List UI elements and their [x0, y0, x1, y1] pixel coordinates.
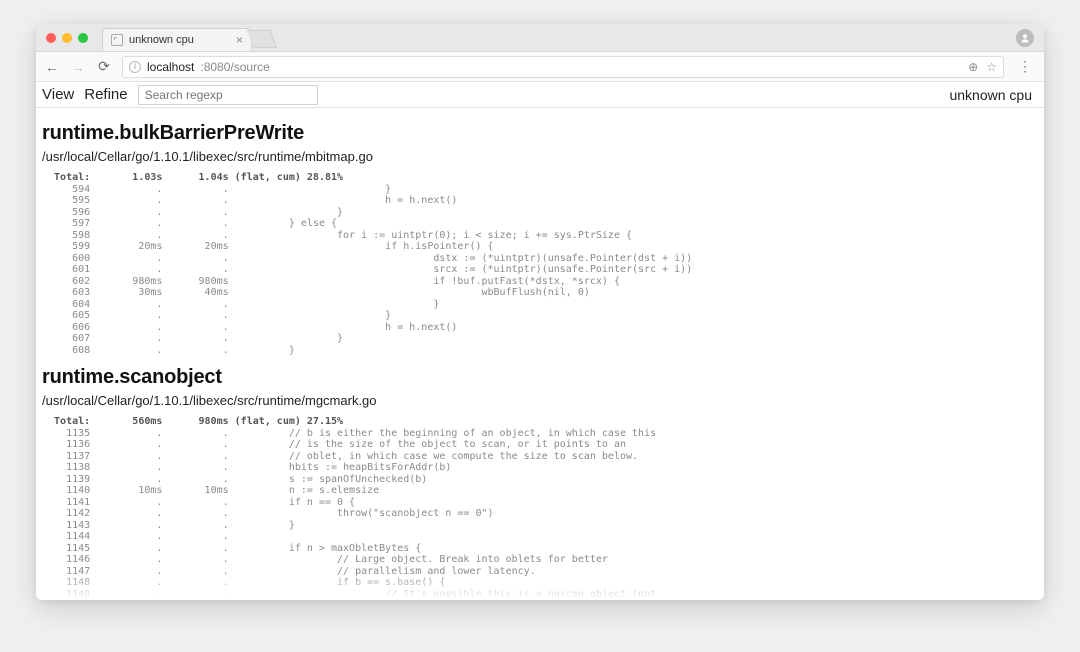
- bookmark-icon[interactable]: ☆: [986, 60, 997, 74]
- page-favicon-icon: [111, 34, 123, 46]
- url-path: :8080/source: [200, 60, 269, 74]
- translate-icon[interactable]: ⊕: [968, 60, 978, 74]
- search-input[interactable]: [138, 85, 318, 105]
- source-path: /usr/local/Cellar/go/1.10.1/libexec/src/…: [42, 393, 1038, 408]
- profile-avatar-icon[interactable]: [1016, 29, 1034, 47]
- profile-name: unknown cpu: [949, 87, 1038, 103]
- maximize-window-icon[interactable]: [78, 33, 88, 43]
- view-menu[interactable]: View: [42, 86, 74, 103]
- tab-strip: unknown cpu ×: [36, 24, 1044, 52]
- source-content: runtime.bulkBarrierPreWrite/usr/local/Ce…: [36, 108, 1044, 600]
- refine-menu[interactable]: Refine: [84, 86, 127, 103]
- url-host: localhost: [147, 60, 194, 74]
- minimize-window-icon[interactable]: [62, 33, 72, 43]
- source-listing: Total: 1.03s 1.04s (flat, cum) 28.81% 59…: [42, 172, 1038, 356]
- new-tab-button[interactable]: [247, 30, 278, 48]
- window-controls: [36, 24, 98, 51]
- function-name: runtime.scanobject: [42, 366, 1038, 389]
- close-window-icon[interactable]: [46, 33, 56, 43]
- browser-window: unknown cpu × ← → ⟳ i localhost :8080/sou…: [36, 24, 1044, 600]
- close-tab-icon[interactable]: ×: [236, 34, 243, 46]
- address-bar[interactable]: i localhost :8080/source ⊕ ☆: [122, 56, 1004, 78]
- browser-tab[interactable]: unknown cpu ×: [102, 28, 252, 51]
- back-button[interactable]: ←: [44, 59, 60, 75]
- forward-button[interactable]: →: [70, 59, 86, 75]
- browser-menu-icon[interactable]: ⋮: [1014, 58, 1036, 75]
- function-name: runtime.bulkBarrierPreWrite: [42, 122, 1038, 145]
- tab-title: unknown cpu: [129, 34, 194, 46]
- reload-button[interactable]: ⟳: [96, 58, 112, 75]
- source-path: /usr/local/Cellar/go/1.10.1/libexec/src/…: [42, 149, 1038, 164]
- pprof-toolbar: View Refine unknown cpu: [36, 82, 1044, 108]
- site-info-icon[interactable]: i: [129, 61, 141, 73]
- source-listing: Total: 560ms 980ms (flat, cum) 27.15% 11…: [42, 416, 1038, 600]
- browser-toolbar: ← → ⟳ i localhost :8080/source ⊕ ☆ ⋮: [36, 52, 1044, 82]
